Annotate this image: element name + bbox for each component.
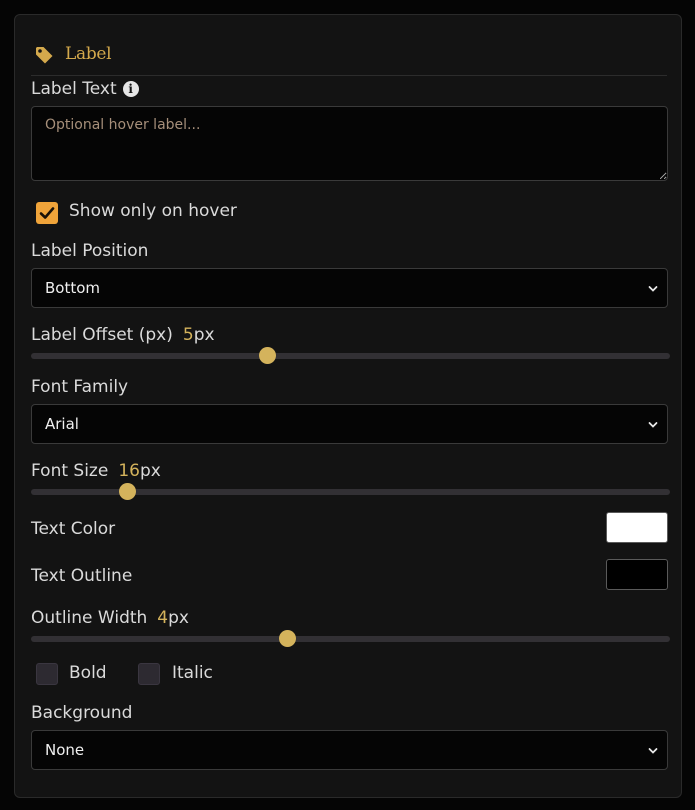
background-value: None (45, 741, 85, 759)
checkmark-icon (39, 207, 55, 219)
label-settings-panel: Label Label Text i Show only on hover Lab… (14, 14, 682, 798)
section-title: Label (65, 44, 112, 64)
label-offset-label: Label Offset (px) (31, 325, 173, 345)
outline-width-label: Outline Width (31, 608, 148, 628)
text-outline-swatch[interactable] (606, 559, 668, 590)
label-offset-unit: px (193, 325, 215, 345)
chevron-down-icon (648, 422, 658, 428)
info-icon[interactable]: i (122, 81, 139, 97)
outline-width-slider-thumb[interactable] (278, 630, 296, 647)
italic-label: Italic (172, 663, 213, 683)
label-offset-value: 5 (182, 325, 194, 345)
show-on-hover-checkbox[interactable] (36, 202, 58, 224)
font-size-slider[interactable] (31, 483, 670, 500)
font-family-select[interactable]: Arial (31, 404, 668, 444)
background-label: Background (31, 703, 133, 723)
text-color-label: Text Color (31, 519, 116, 539)
outline-width-slider[interactable] (31, 630, 670, 647)
label-text-label: Label Text (31, 79, 117, 99)
font-size-value: 16 (118, 461, 140, 481)
show-on-hover-label: Show only on hover (69, 201, 237, 221)
label-text-input[interactable] (31, 106, 668, 181)
tag-icon (36, 47, 53, 64)
text-outline-label: Text Outline (31, 566, 133, 586)
outline-width-heading: Outline Width 4px (31, 608, 189, 628)
outline-width-unit: px (168, 608, 189, 628)
label-position-label: Label Position (31, 241, 149, 261)
section-header: Label (31, 29, 667, 76)
font-size-heading: Font Size 16px (31, 461, 161, 481)
font-size-slider-thumb[interactable] (118, 483, 136, 500)
italic-checkbox[interactable] (138, 663, 160, 685)
chevron-down-icon (648, 748, 658, 754)
chevron-down-icon (648, 286, 658, 292)
font-size-unit: px (139, 461, 161, 481)
label-offset-heading: Label Offset (px) 5px (31, 325, 215, 345)
bold-checkbox[interactable] (36, 663, 58, 685)
background-select[interactable]: None (31, 730, 668, 770)
font-family-label: Font Family (31, 377, 129, 397)
text-color-swatch[interactable] (606, 512, 668, 543)
font-family-value: Arial (45, 415, 79, 433)
label-position-value: Bottom (45, 279, 101, 297)
label-offset-slider[interactable] (31, 347, 670, 364)
label-offset-slider-thumb[interactable] (259, 347, 277, 364)
bold-label: Bold (69, 663, 107, 683)
label-text-heading: Label Text i (31, 79, 139, 99)
label-position-select[interactable]: Bottom (31, 268, 668, 308)
font-size-label: Font Size (31, 461, 109, 481)
outline-width-value: 4 (157, 608, 169, 628)
